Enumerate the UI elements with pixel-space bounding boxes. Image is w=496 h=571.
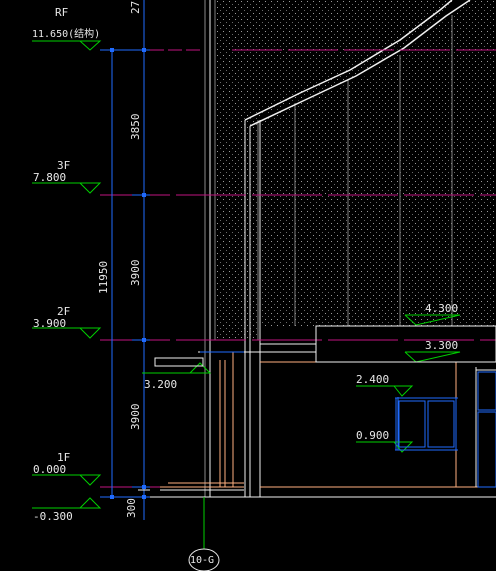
dim-3850: 3850 [129,113,142,141]
elevation-drawing[interactable] [0,0,496,571]
cad-drawing-canvas[interactable]: RF 11.650(结构) 3F 7.800 2F 3.900 1F 0.000… [0,0,496,571]
level-floor-2f: 2F [57,305,71,318]
axis-label: 10-G [190,555,215,566]
level-elev-rf: 11.650(结构) [32,29,101,40]
level-elev-2f: 3.900 [33,317,67,330]
dim-3900-lower: 3900 [129,403,142,431]
level-floor-3f: 3F [57,159,71,172]
level-elev-minus: -0.300 [33,510,73,523]
level-floor-1f: 1F [57,451,71,464]
dim-3900-upper: 3900 [129,259,142,287]
dim-top-partial: 27 [129,0,142,14]
mark-box-bottom: 3.300 [425,339,459,352]
mark-canopy: 3.200 [144,378,178,391]
mark-box-top: 4.300 [425,302,459,315]
dim-total: 11950 [97,260,110,294]
level-floor-rf: RF [55,6,69,19]
dim-300: 300 [125,498,138,518]
mark-win-bottom: 0.900 [356,429,390,442]
level-elev-1f: 0.000 [33,463,67,476]
level-elev-3f: 7.800 [33,171,67,184]
mark-win-top: 2.400 [356,373,390,386]
